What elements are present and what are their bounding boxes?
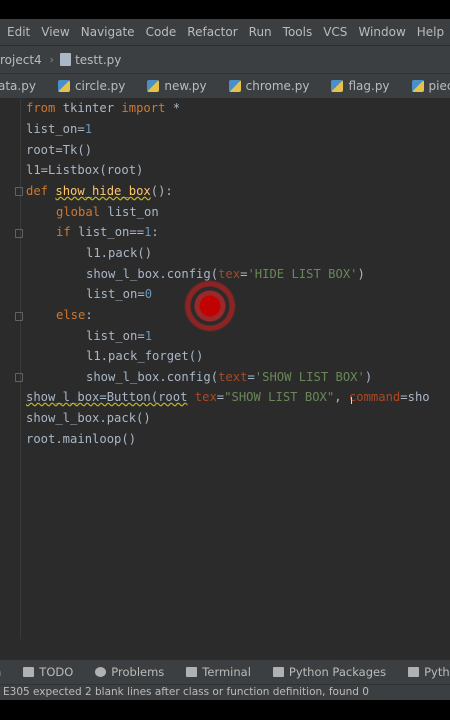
editor-tabs: ata.py circle.py new.py chrome.py flag.p… [0,73,450,99]
menu-refactor[interactable]: Refactor [187,25,237,39]
tab-label: piech [428,79,450,93]
code-line: list_on=0 [86,287,153,301]
text-cursor-icon: I [350,396,353,407]
menu-run[interactable]: Run [249,25,272,39]
python-console-icon [408,667,420,677]
tool-todo[interactable]: TODO [23,665,73,679]
tool-label: Python Conso [424,665,450,679]
tab-piechart[interactable]: piech [400,74,450,98]
menu-code[interactable]: Code [146,25,177,39]
code-line: l1=Listbox(root) [26,163,144,177]
fold-marker-icon[interactable] [15,229,23,238]
tool-label: Problems [111,665,165,679]
code-line: root=Tk() [26,143,93,157]
tab-new[interactable]: new.py [135,74,216,98]
code-line: show_l_box=Button(root tex="SHOW LIST BO… [26,390,430,404]
code-line: list_on=1 [86,329,153,343]
top-letterbox [0,0,450,19]
tab-flag[interactable]: flag.py [319,74,399,98]
tool-label: n [0,665,1,679]
menu-bar: Edit View Navigate Code Refactor Run Too… [0,19,450,45]
menu-navigate[interactable]: Navigate [81,25,135,39]
menu-view[interactable]: View [41,25,69,39]
breadcrumb-file-label: testt.py [75,52,122,67]
tab-label: circle.py [74,79,126,93]
bottom-letterbox [0,700,450,720]
python-file-icon [228,80,241,92]
code-line: show_l_box.config(text='SHOW LIST BOX') [86,370,373,384]
code-line: from tkinter import * [26,101,181,115]
click-indicator [181,277,239,335]
tab-label: flag.py [348,79,390,93]
breadcrumb: roject4 › testt.py [0,45,450,73]
code-line: def show_hide_box(): [26,184,173,198]
python-file-icon [57,80,70,92]
tab-chrome[interactable]: chrome.py [217,74,320,98]
menu-help[interactable]: Help [417,25,444,39]
tool-label: TODO [39,665,74,679]
breadcrumb-file[interactable]: testt.py [60,53,121,67]
menu-window[interactable]: Window [358,25,405,39]
code-line: l1.pack() [86,246,153,260]
menu-edit[interactable]: Edit [7,25,30,39]
tab-label: new.py [164,79,207,93]
python-file-icon [411,80,424,92]
gutter-divider [20,99,21,639]
chevron-right-icon: › [49,53,55,66]
code-line: root.mainloop() [26,432,137,446]
menu-vcs[interactable]: VCS [323,25,347,39]
code-line: show_l_box.pack() [26,411,151,425]
code-line: global list_on [56,205,159,219]
menu-tools[interactable]: Tools [283,25,313,39]
status-bar: E305 expected 2 blank lines after class … [0,684,450,700]
tool-python-console[interactable]: Python Conso [408,665,450,679]
code-editor[interactable]: from tkinter import * list_on=1 root=Tk(… [0,99,450,659]
python-file-icon [331,80,344,92]
tab-data[interactable]: ata.py [0,74,46,98]
code-line: l1.pack_forget() [86,349,204,363]
code-line: if list_on==1: [56,225,159,239]
tool-label: Terminal [202,665,251,679]
tool-label: Python Packages [288,665,387,679]
tool-python-packages[interactable]: Python Packages [272,665,387,679]
fold-marker-icon[interactable] [15,187,23,196]
terminal-icon [186,667,198,677]
list-icon [23,667,35,677]
tool-window-bar: n TODO Problems Terminal Python Packages… [0,659,450,684]
code-line: else: [56,308,93,322]
tool-terminal[interactable]: Terminal [186,665,251,679]
tool-problems[interactable]: Problems [95,665,164,679]
python-file-icon [60,53,72,66]
package-icon [272,667,284,677]
tool-run[interactable]: n [0,665,1,679]
tab-circle[interactable]: circle.py [46,74,135,98]
info-icon [95,667,107,677]
tab-label: chrome.py [245,79,310,93]
code-line: list_on=1 [26,122,93,136]
breadcrumb-project[interactable]: roject4 [0,53,42,67]
fold-marker-icon[interactable] [15,373,23,382]
tab-label: ata.py [0,79,36,93]
python-file-icon [147,80,160,92]
fold-marker-icon[interactable] [15,312,23,321]
